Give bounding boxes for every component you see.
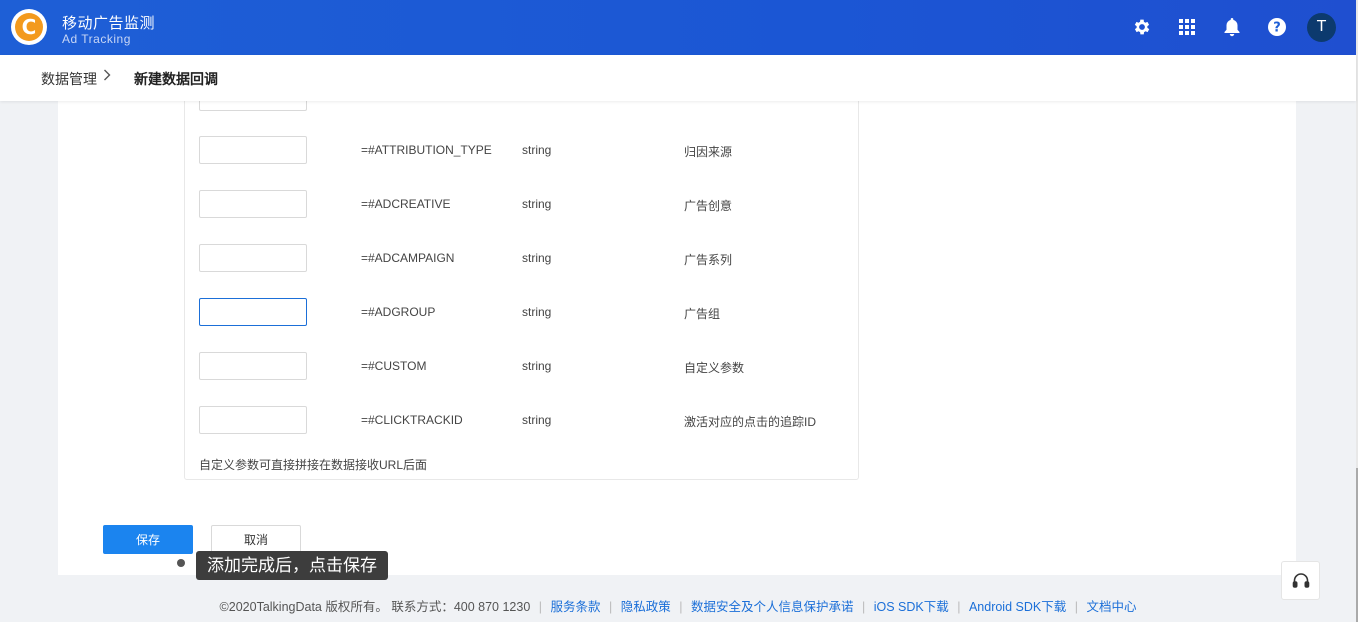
footer-link-android-sdk[interactable]: Android SDK下载	[969, 600, 1066, 614]
breadcrumb-current: 新建数据回调	[134, 71, 218, 87]
param-description: 激活对应的点击的追踪ID	[684, 415, 817, 429]
bell-icon[interactable]	[1216, 11, 1248, 43]
table-row: =#CUSTOM string 自定义参数	[185, 352, 860, 382]
chevron-right-icon	[103, 69, 111, 84]
param-type: string	[522, 143, 552, 157]
apps-grid-icon[interactable]	[1171, 11, 1203, 43]
gear-icon[interactable]	[1126, 11, 1158, 43]
custom-param-note: 自定义参数可直接拼接在数据接收URL后面	[199, 458, 428, 472]
footer-link-data-security[interactable]: 数据安全及个人信息保护承诺	[691, 600, 854, 614]
help-circle-icon[interactable]: ?	[1261, 11, 1293, 43]
param-name: =#ATTRIBUTION_TYPE	[361, 143, 492, 157]
param-input-adgroup[interactable]	[199, 298, 307, 326]
breadcrumb: 数据管理 新建数据回调	[0, 55, 1356, 101]
param-input-clicktrackid[interactable]	[199, 406, 307, 434]
app-logo[interactable]: C	[11, 9, 47, 45]
param-name: =#CUSTOM	[361, 359, 427, 373]
breadcrumb-parent-link[interactable]: 数据管理	[41, 69, 97, 89]
footer-link-docs[interactable]: 文档中心	[1086, 600, 1136, 614]
table-row: =#ATTRIBUTION_TYPE string 归因来源	[185, 136, 860, 166]
param-input-adcampaign[interactable]	[199, 244, 307, 272]
param-description: 广告系列	[684, 253, 733, 267]
footer-link-terms[interactable]: 服务条款	[551, 600, 601, 614]
param-name: =#ADCAMPAIGN	[361, 251, 455, 265]
param-description: 自定义参数	[684, 361, 745, 375]
param-description: 广告组	[684, 307, 721, 321]
page-footer: ©2020TalkingData 版权所有。 联系方式：400 870 1230…	[219, 600, 1137, 614]
headset-support-icon[interactable]	[1281, 561, 1320, 600]
cancel-button[interactable]: 取消	[211, 525, 301, 554]
guide-tooltip: 添加完成后，点击保存	[196, 551, 388, 580]
param-input-custom[interactable]	[199, 352, 307, 380]
param-input-adcreative[interactable]	[199, 190, 307, 218]
svg-text:?: ?	[1273, 21, 1281, 36]
param-name: =#CLICKTRACKID	[361, 413, 463, 427]
main-content: =#ATTRIBUTION_TYPE string 归因来源 =#ADCREAT…	[58, 81, 1296, 575]
user-avatar[interactable]: T	[1307, 12, 1336, 42]
param-name: =#ADCREATIVE	[361, 197, 451, 211]
tooltip-pointer-dot	[177, 559, 185, 567]
logo-letter: C	[15, 13, 43, 41]
param-name: =#ADGROUP	[361, 305, 436, 319]
param-description: 广告创意	[684, 199, 733, 213]
table-row: =#ADCREATIVE string 广告创意	[185, 190, 860, 220]
table-row: =#CLICKTRACKID string 激活对应的点击的追踪ID	[185, 406, 860, 436]
param-type: string	[522, 251, 552, 265]
param-description: 归因来源	[684, 145, 733, 159]
footer-link-ios-sdk[interactable]: iOS SDK下载	[874, 600, 949, 614]
table-row: =#ADCAMPAIGN string 广告系列	[185, 244, 860, 274]
footer-copyright: ©2020TalkingData 版权所有。 联系方式：400 870 1230	[219, 600, 531, 614]
top-navigation-bar: C 移动广告监测 Ad Tracking ? T	[0, 0, 1356, 55]
param-input-attribution-type[interactable]	[199, 136, 307, 164]
app-subtitle: Ad Tracking	[62, 32, 131, 46]
app-title: 移动广告监测	[62, 15, 156, 32]
param-type: string	[522, 305, 552, 319]
parameter-table: =#ATTRIBUTION_TYPE string 归因来源 =#ADCREAT…	[184, 81, 860, 480]
save-button[interactable]: 保存	[103, 525, 193, 554]
param-type: string	[522, 359, 552, 373]
param-type: string	[522, 413, 552, 427]
table-row: =#ADGROUP string 广告组	[185, 298, 860, 328]
param-type: string	[522, 197, 552, 211]
footer-link-privacy[interactable]: 隐私政策	[621, 600, 671, 614]
